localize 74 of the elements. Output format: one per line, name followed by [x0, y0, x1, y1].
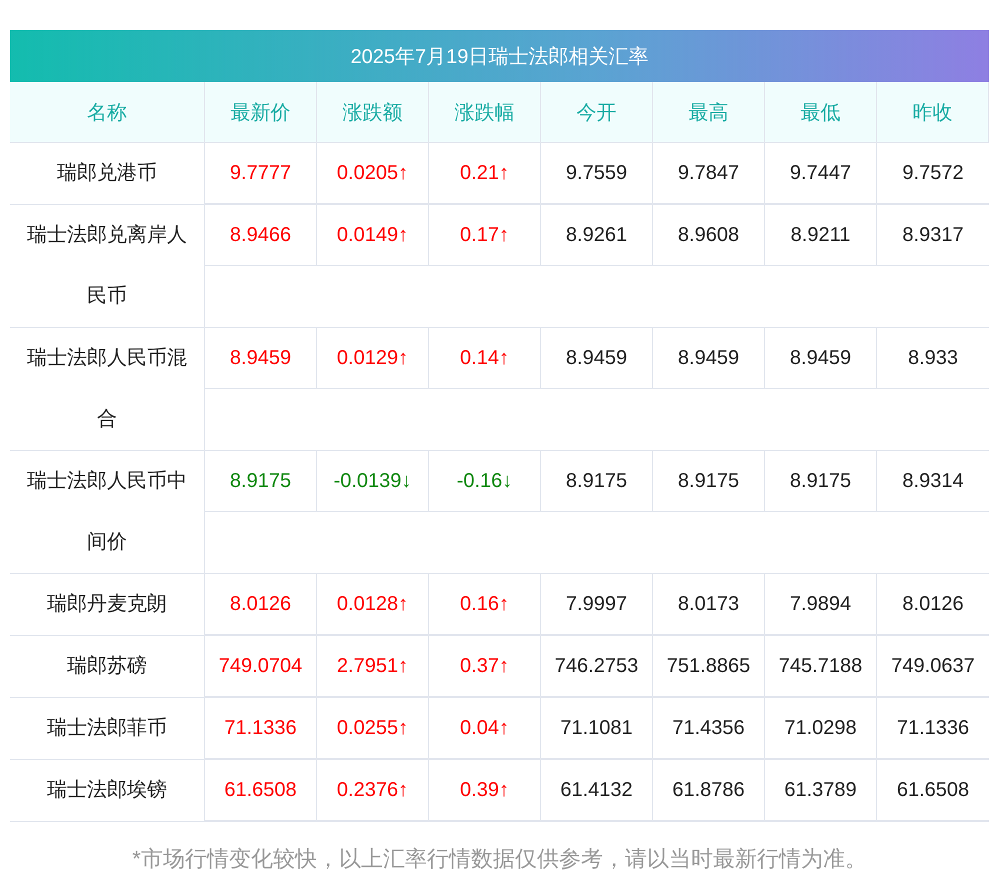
table-cell: 745.7188 [765, 636, 877, 697]
table-cell: 0.0129↑ [317, 328, 429, 389]
table-cell: 9.7777 [205, 143, 317, 204]
table-cell: 0.0255↑ [317, 698, 429, 759]
table-cell: 8.933 [877, 328, 989, 389]
table-cell: 8.9175 [653, 451, 765, 512]
table-cell: 0.0128↑ [317, 574, 429, 635]
column-header: 名称 [10, 82, 205, 143]
table-cell: 749.0637 [877, 636, 989, 697]
table-cell: 0.37↑ [429, 636, 541, 697]
column-header: 今开 [541, 82, 653, 143]
column-header: 昨收 [877, 82, 989, 143]
table-cell: 61.4132 [541, 760, 653, 821]
table-cell: 7.9997 [541, 574, 653, 635]
table-cell: 8.9211 [765, 205, 877, 266]
table-cell: 0.17↑ [429, 205, 541, 266]
table-cell: -0.0139↓ [317, 451, 429, 512]
table-cell: 8.9175 [205, 451, 317, 512]
column-header: 涨跌幅 [429, 82, 541, 143]
column-header: 最新价 [205, 82, 317, 143]
table-cell: 瑞郎丹麦克朗 [10, 574, 205, 636]
table-cell: 2.7951↑ [317, 636, 429, 697]
table-cell: 8.9608 [653, 205, 765, 266]
table-cell: -0.16↓ [429, 451, 541, 512]
table-cell: 9.7847 [653, 143, 765, 204]
table-cell: 71.1081 [541, 698, 653, 759]
table-cell: 71.0298 [765, 698, 877, 759]
table-cell: 0.21↑ [429, 143, 541, 204]
table-cell: 瑞士法郎埃镑 [10, 760, 205, 822]
column-header: 最低 [765, 82, 877, 143]
table-cell: 71.4356 [653, 698, 765, 759]
table-cell: 0.14↑ [429, 328, 541, 389]
table-cell: 8.9314 [877, 451, 989, 512]
table-cell: 8.0126 [877, 574, 989, 635]
table-cell: 9.7572 [877, 143, 989, 204]
table-cell: 瑞士法郎菲币 [10, 698, 205, 760]
table-cell: 8.0173 [653, 574, 765, 635]
table-cell: 8.9175 [765, 451, 877, 512]
table-cell: 0.04↑ [429, 698, 541, 759]
table-cell: 瑞郎兑港币 [10, 143, 205, 205]
table-cell: 0.16↑ [429, 574, 541, 635]
table-title: 2025年7月19日瑞士法郎相关汇率 [10, 30, 989, 82]
table-cell: 9.7559 [541, 143, 653, 204]
table-cell: 749.0704 [205, 636, 317, 697]
table-cell: 瑞士法郎兑离岸人民币 [10, 205, 205, 328]
table-cell: 8.9459 [205, 328, 317, 389]
table-cell: 0.2376↑ [317, 760, 429, 821]
table-cell: 8.9459 [765, 328, 877, 389]
table-cell: 0.39↑ [429, 760, 541, 821]
table-cell: 8.0126 [205, 574, 317, 635]
table-cell: 8.9459 [653, 328, 765, 389]
table-cell: 瑞士法郎人民币中间价 [10, 451, 205, 574]
table-cell: 8.9317 [877, 205, 989, 266]
disclaimer-note: *市场行情变化较快，以上汇率行情数据仅供参考，请以当时最新行情为准。 [131, 845, 868, 873]
table-cell: 9.7447 [765, 143, 877, 204]
table-cell: 瑞郎苏磅 [10, 636, 205, 698]
column-header: 涨跌额 [317, 82, 429, 143]
table-cell: 71.1336 [877, 698, 989, 759]
table-cell: 751.8865 [653, 636, 765, 697]
column-header: 最高 [653, 82, 765, 143]
table-cell: 0.0205↑ [317, 143, 429, 204]
table-cell: 61.6508 [205, 760, 317, 821]
table-cell: 7.9894 [765, 574, 877, 635]
table-cell: 0.0149↑ [317, 205, 429, 266]
table-cell: 8.9175 [541, 451, 653, 512]
table-cell: 61.8786 [653, 760, 765, 821]
table-cell: 746.2753 [541, 636, 653, 697]
table-cell: 8.9466 [205, 205, 317, 266]
table-cell: 61.6508 [877, 760, 989, 821]
table-cell: 8.9261 [541, 205, 653, 266]
table-cell: 61.3789 [765, 760, 877, 821]
table-cell: 8.9459 [541, 328, 653, 389]
table-cell: 瑞士法郎人民币混合 [10, 328, 205, 451]
table-cell: 71.1336 [205, 698, 317, 759]
